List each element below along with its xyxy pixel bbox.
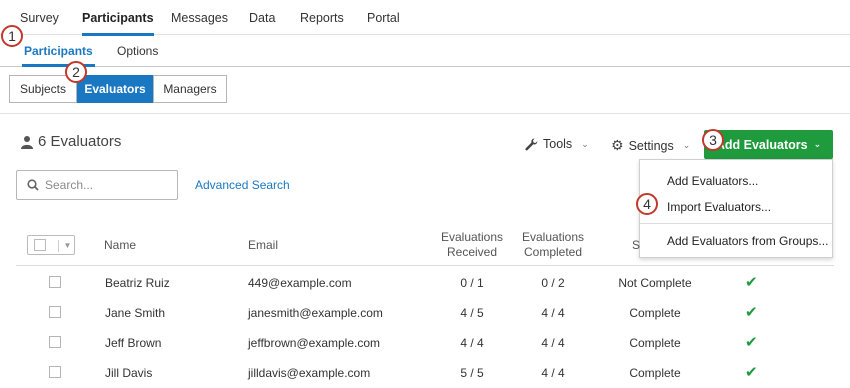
column-header-completed-line2: Completed xyxy=(523,245,583,259)
add-evaluators-label: Add Evaluators xyxy=(715,137,808,152)
select-all-control[interactable]: ▼ xyxy=(27,235,75,255)
row-checkbox[interactable] xyxy=(49,336,61,348)
row-received: 0 / 1 xyxy=(460,276,484,290)
row-received: 4 / 5 xyxy=(460,306,484,320)
row-name: Jill Davis xyxy=(105,366,153,380)
tools-dropdown[interactable]: Tools ⌄ xyxy=(525,137,589,151)
search-input[interactable] xyxy=(45,178,155,192)
row-name: Jane Smith xyxy=(105,306,166,320)
chevron-down-icon[interactable]: ▼ xyxy=(58,240,76,252)
column-header-received[interactable]: Evaluations Received xyxy=(432,230,512,260)
settings-label: Settings xyxy=(628,138,674,153)
row-status: Complete xyxy=(629,306,681,320)
segment-evaluators[interactable]: Evaluators xyxy=(77,75,153,103)
row-received: 4 / 4 xyxy=(460,336,484,350)
column-header-received-line1: Evaluations xyxy=(440,230,504,244)
menu-item-import-evaluators[interactable]: Import Evaluators... xyxy=(667,200,771,214)
advanced-search-link[interactable]: Advanced Search xyxy=(195,178,290,192)
row-name: Beatriz Ruiz xyxy=(105,276,170,290)
top-nav: Survey Participants Messages Data Report… xyxy=(0,0,850,36)
divider xyxy=(0,113,850,114)
row-checkbox[interactable] xyxy=(49,276,61,288)
chevron-down-icon: ⌄ xyxy=(813,139,822,149)
row-completed: 4 / 4 xyxy=(541,336,565,350)
search-icon xyxy=(27,179,39,191)
tab-portal[interactable]: Portal xyxy=(367,11,400,25)
person-icon xyxy=(21,135,33,149)
search-box[interactable] xyxy=(16,170,178,200)
tools-label: Tools xyxy=(543,137,573,151)
row-completed: 0 / 2 xyxy=(541,276,565,290)
row-name: Jeff Brown xyxy=(105,336,162,350)
add-evaluators-button[interactable]: Add Evaluators ⌄ xyxy=(704,130,833,159)
chevron-down-icon: ⌄ xyxy=(581,138,589,149)
tab-survey[interactable]: Survey xyxy=(20,11,59,25)
column-header-completed-line1: Evaluations xyxy=(521,230,585,244)
row-email: jilldavis@example.com xyxy=(248,366,371,380)
table-header-divider xyxy=(16,265,834,266)
table-row[interactable]: Beatriz Ruiz 449@example.com 0 / 1 0 / 2… xyxy=(0,268,850,298)
row-received: 5 / 5 xyxy=(460,366,484,380)
check-icon: ✔ xyxy=(745,304,758,321)
chevron-down-icon: ⌄ xyxy=(682,140,691,150)
sub-nav: Participants Options xyxy=(0,34,850,67)
tab-data[interactable]: Data xyxy=(249,11,275,25)
subtab-participants[interactable]: Participants xyxy=(22,44,95,67)
column-header-name[interactable]: Name xyxy=(104,238,136,253)
table-row[interactable]: Jeff Brown jeffbrown@example.com 4 / 4 4… xyxy=(0,328,850,358)
tab-reports[interactable]: Reports xyxy=(300,11,344,25)
callout-3: 3 xyxy=(702,129,724,151)
select-all-checkbox[interactable] xyxy=(34,239,46,251)
evaluator-count: 6 Evaluators xyxy=(20,133,121,150)
table-row[interactable]: Jane Smith janesmith@example.com 4 / 5 4… xyxy=(0,298,850,328)
subtab-options[interactable]: Options xyxy=(117,44,158,58)
row-status: Complete xyxy=(629,336,681,350)
segment-managers[interactable]: Managers xyxy=(153,75,227,103)
row-email: jeffbrown@example.com xyxy=(248,336,381,350)
row-checkbox[interactable] xyxy=(49,366,61,378)
column-header-received-line2: Received xyxy=(446,245,498,259)
row-completed: 4 / 4 xyxy=(541,366,565,380)
column-header-status[interactable]: S xyxy=(632,238,640,253)
callout-2: 2 xyxy=(65,61,87,83)
row-email: 449@example.com xyxy=(248,276,352,290)
row-checkbox[interactable] xyxy=(49,306,61,318)
check-icon: ✔ xyxy=(745,274,758,291)
callout-1: 1 xyxy=(1,25,23,47)
tab-participants[interactable]: Participants xyxy=(82,11,154,36)
row-completed: 4 / 4 xyxy=(541,306,565,320)
row-email: janesmith@example.com xyxy=(248,306,383,320)
check-icon: ✔ xyxy=(745,364,758,381)
row-status: Not Complete xyxy=(618,276,692,290)
gear-icon: ⚙ xyxy=(611,137,624,153)
tab-messages[interactable]: Messages xyxy=(171,11,228,25)
callout-4: 4 xyxy=(636,193,658,215)
evaluator-count-label: 6 Evaluators xyxy=(38,133,122,150)
menu-item-add-evaluators[interactable]: Add Evaluators... xyxy=(667,174,758,188)
row-status: Complete xyxy=(629,366,681,380)
menu-item-add-from-groups[interactable]: Add Evaluators from Groups... xyxy=(667,234,828,248)
column-header-completed[interactable]: Evaluations Completed xyxy=(513,230,593,260)
menu-divider xyxy=(640,223,832,224)
column-header-email[interactable]: Email xyxy=(248,238,278,253)
wrench-icon xyxy=(525,137,538,150)
check-icon: ✔ xyxy=(745,334,758,351)
add-evaluators-menu: Add Evaluators... Import Evaluators... A… xyxy=(639,159,833,258)
settings-dropdown[interactable]: ⚙ Settings ⌄ xyxy=(611,137,690,154)
table-row[interactable]: Jill Davis jilldavis@example.com 5 / 5 4… xyxy=(0,358,850,388)
